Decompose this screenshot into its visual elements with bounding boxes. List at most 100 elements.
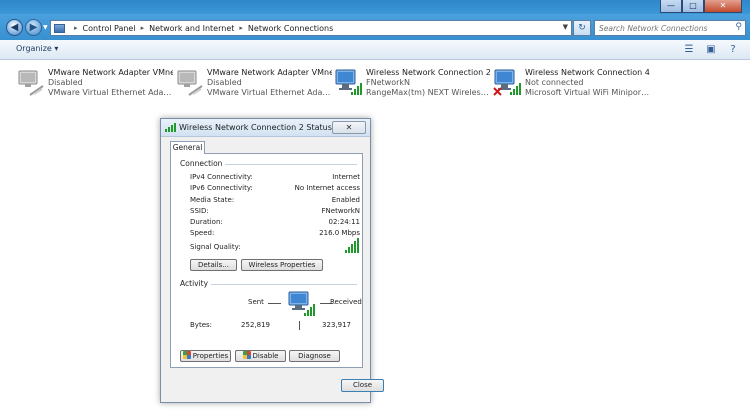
bytes-divider <box>299 321 300 330</box>
duration-value: 02:24:11 <box>328 218 360 226</box>
wireless-network-connected-icon <box>335 69 362 95</box>
adapter-status: Disabled <box>48 78 83 87</box>
dialog-title: Wireless Network Connection 2 Status <box>179 123 332 132</box>
diagnose-button[interactable]: Diagnose <box>289 350 340 362</box>
adapter-text: Wireless Network Connection 2 FNetworkN … <box>366 68 491 98</box>
adapter-wireless-4[interactable]: Wireless Network Connection 4 Not connec… <box>493 66 650 102</box>
connections-list: VMware Network Adapter VMnet1 Disabled V… <box>0 61 750 418</box>
properties-button[interactable]: Properties <box>180 350 231 362</box>
signal-bar <box>357 238 359 253</box>
forward-button[interactable]: ▶ <box>25 19 42 36</box>
signal-bar <box>351 244 353 253</box>
refresh-icon: ↻ <box>578 23 586 33</box>
sent-label: Sent <box>248 298 264 306</box>
sent-line <box>268 303 281 304</box>
address-bar-strip: ◀ ▶ ▼ ▸ Control Panel ▸ Network and Inte… <box>0 14 750 40</box>
search-input[interactable] <box>595 21 727 35</box>
ipv4-value: Internet <box>332 173 360 181</box>
received-label: Received <box>330 298 362 306</box>
ssid-value: FNetworkN <box>321 207 361 215</box>
adapter-text: VMware Network Adapter VMnet8 Disabled V… <box>207 68 332 98</box>
search-box: ⚲ <box>594 20 746 36</box>
activity-heading: Activity <box>180 279 212 288</box>
organize-menu-button[interactable]: Organize ▾ <box>16 44 58 53</box>
adapter-name: Wireless Network Connection 2 <box>366 68 491 77</box>
change-view-icon[interactable]: ☰ <box>682 43 696 56</box>
breadcrumb-control-panel[interactable]: Control Panel <box>83 24 136 33</box>
tab-general[interactable]: General <box>170 141 205 154</box>
disabled-network-adapter-icon <box>177 70 203 96</box>
breadcrumb-separator-icon[interactable]: ▸ <box>141 24 145 32</box>
signal-bar <box>354 241 356 253</box>
minimize-button[interactable]: — <box>660 0 682 13</box>
forward-arrow-icon: ▶ <box>29 22 38 33</box>
signal-bar <box>348 247 350 253</box>
general-tab-panel: Connection IPv4 Connectivity: Internet I… <box>170 153 363 368</box>
adapter-text: VMware Network Adapter VMnet1 Disabled V… <box>48 68 173 98</box>
view-controls: ☰ ▣ ? <box>682 43 740 56</box>
command-bar: Organize ▾ ☰ ▣ ? <box>0 40 750 60</box>
network-activity-icon <box>288 291 315 316</box>
speed-value: 216.0 Mbps <box>319 229 360 237</box>
close-dialog-button[interactable]: Close <box>341 379 384 392</box>
speed-label: Speed: <box>190 229 215 237</box>
ssid-label: SSID: <box>190 207 209 215</box>
search-icon[interactable]: ⚲ <box>735 22 742 32</box>
adapter-device: VMware Virtual Ethernet Adapter ... <box>48 88 173 97</box>
admin-shield-icon <box>242 351 251 359</box>
adapter-status: Disabled <box>207 78 242 87</box>
help-icon[interactable]: ? <box>726 43 740 56</box>
properties-button-label: Properties <box>192 352 229 360</box>
signal-strength-icon <box>165 123 176 132</box>
window-titlebar: — □ ✕ <box>0 0 750 14</box>
details-button[interactable]: Details... <box>190 259 237 271</box>
recent-pages-dropdown-icon[interactable]: ▼ <box>43 24 48 31</box>
adapter-name: Wireless Network Connection 4 <box>525 68 650 77</box>
ipv6-label: IPv6 Connectivity: <box>190 184 253 192</box>
address-dropdown-icon[interactable]: ▼ <box>563 23 568 31</box>
dialog-titlebar[interactable]: Wireless Network Connection 2 Status ✕ <box>161 119 370 137</box>
disable-button-label: Disable <box>252 352 279 360</box>
adapter-vmnet1[interactable]: VMware Network Adapter VMnet1 Disabled V… <box>16 66 173 102</box>
adapter-text: Wireless Network Connection 4 Not connec… <box>525 68 650 98</box>
wireless-network-not-connected-icon <box>493 69 521 96</box>
signal-quality-label: Signal Quality: <box>190 243 241 251</box>
signal-bar <box>345 250 347 253</box>
adapter-name: VMware Network Adapter VMnet1 <box>48 68 173 77</box>
close-window-button[interactable]: ✕ <box>704 0 742 13</box>
adapter-vmnet8[interactable]: VMware Network Adapter VMnet8 Disabled V… <box>175 66 332 102</box>
disable-button[interactable]: Disable <box>235 350 286 362</box>
address-bar[interactable]: ▸ Control Panel ▸ Network and Internet ▸… <box>50 20 572 36</box>
bytes-label: Bytes: <box>190 321 213 329</box>
breadcrumb-network-and-internet[interactable]: Network and Internet <box>149 24 234 33</box>
connection-group-divider <box>217 164 357 165</box>
breadcrumb-separator-icon[interactable]: ▸ <box>239 24 243 32</box>
duration-label: Duration: <box>190 218 223 226</box>
disabled-network-adapter-icon <box>18 70 44 96</box>
admin-shield-icon <box>182 351 191 359</box>
refresh-button[interactable]: ↻ <box>573 20 591 36</box>
maximize-button[interactable]: □ <box>682 0 704 13</box>
adapter-device: VMware Virtual Ethernet Adapter ... <box>207 88 332 97</box>
media-state-value: Enabled <box>331 196 360 204</box>
breadcrumb-network-connections[interactable]: Network Connections <box>248 24 333 33</box>
back-button[interactable]: ◀ <box>6 19 23 36</box>
preview-pane-icon[interactable]: ▣ <box>704 43 718 56</box>
control-panel-folder-icon <box>54 23 65 33</box>
adapter-device: Microsoft Virtual WiFi Miniport A... <box>525 88 650 97</box>
adapter-wireless-2[interactable]: Wireless Network Connection 2 FNetworkN … <box>334 66 491 102</box>
breadcrumb-separator-icon[interactable]: ▸ <box>74 24 78 32</box>
back-arrow-icon: ◀ <box>10 22 19 33</box>
wireless-properties-button[interactable]: Wireless Properties <box>241 259 323 271</box>
dialog-close-icon-button[interactable]: ✕ <box>332 121 366 134</box>
activity-group-divider <box>207 284 357 285</box>
ipv4-label: IPv4 Connectivity: <box>190 173 253 181</box>
adapter-status: Not connected <box>525 78 584 87</box>
window-controls: — □ ✕ <box>660 0 742 13</box>
signal-quality-bars-icon <box>345 238 359 253</box>
adapter-name: VMware Network Adapter VMnet8 <box>207 68 332 77</box>
connection-status-dialog: Wireless Network Connection 2 Status ✕ G… <box>160 118 371 403</box>
bytes-received-value: 323,917 <box>322 321 351 329</box>
connection-heading: Connection <box>180 159 226 168</box>
ipv6-value: No Internet access <box>294 184 360 192</box>
